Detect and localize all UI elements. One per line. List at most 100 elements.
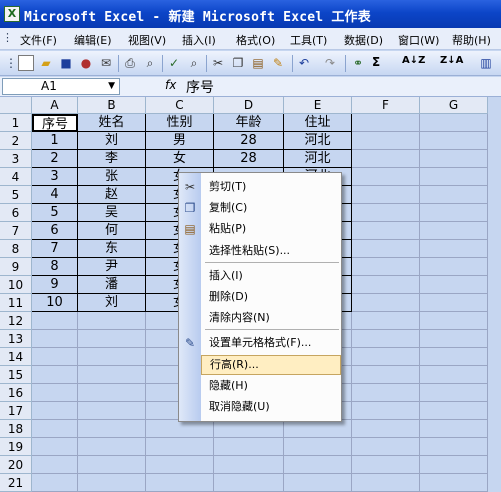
menu-edit[interactable]: 编辑(E): [74, 32, 112, 48]
cell-g7[interactable]: [420, 222, 488, 240]
cell-b10[interactable]: 潘: [78, 276, 146, 294]
column-header-c[interactable]: C: [146, 97, 214, 114]
cell-e20[interactable]: [284, 456, 352, 474]
column-header-f[interactable]: F: [352, 97, 420, 114]
menu-view[interactable]: 视图(V): [128, 32, 166, 48]
cell-a2[interactable]: 1: [32, 132, 78, 150]
cell-f19[interactable]: [352, 438, 420, 456]
select-all-corner[interactable]: [0, 97, 32, 114]
cell-d19[interactable]: [214, 438, 284, 456]
cell-d20[interactable]: [214, 456, 284, 474]
cell-b9[interactable]: 尹: [78, 258, 146, 276]
context-menu-item-6[interactable]: 清除内容(N): [201, 308, 341, 328]
cell-g8[interactable]: [420, 240, 488, 258]
cell-c1[interactable]: 性别: [146, 114, 214, 132]
context-menu-item-9[interactable]: 隐藏(H): [201, 376, 341, 396]
email-icon[interactable]: ✉: [98, 55, 114, 71]
cell-a13[interactable]: [32, 330, 78, 348]
formula-input[interactable]: 序号: [186, 77, 214, 97]
autosum-icon[interactable]: Σ: [372, 55, 380, 69]
row-header-16[interactable]: 16: [0, 384, 32, 402]
cell-c3[interactable]: 女: [146, 150, 214, 168]
save-icon[interactable]: ■: [58, 55, 74, 71]
cell-b21[interactable]: [78, 474, 146, 492]
cell-a14[interactable]: [32, 348, 78, 366]
row-header-20[interactable]: 20: [0, 456, 32, 474]
row-header-14[interactable]: 14: [0, 348, 32, 366]
menu-insert[interactable]: 插入(I): [182, 32, 216, 48]
cell-f13[interactable]: [352, 330, 420, 348]
cell-g16[interactable]: [420, 384, 488, 402]
cell-b5[interactable]: 赵: [78, 186, 146, 204]
cell-a8[interactable]: 7: [32, 240, 78, 258]
cell-f12[interactable]: [352, 312, 420, 330]
row-header-21[interactable]: 21: [0, 474, 32, 492]
cell-b4[interactable]: 张: [78, 168, 146, 186]
cell-e19[interactable]: [284, 438, 352, 456]
row-header-12[interactable]: 12: [0, 312, 32, 330]
cell-g19[interactable]: [420, 438, 488, 456]
row-header-5[interactable]: 5: [0, 186, 32, 204]
cell-f8[interactable]: [352, 240, 420, 258]
row-header-10[interactable]: 10: [0, 276, 32, 294]
menu-format[interactable]: 格式(O): [236, 32, 275, 48]
menu-window[interactable]: 窗口(W): [398, 32, 439, 48]
row-header-2[interactable]: 2: [0, 132, 32, 150]
row-header-19[interactable]: 19: [0, 438, 32, 456]
cell-b1[interactable]: 姓名: [78, 114, 146, 132]
context-menu-item-4[interactable]: 插入(I): [201, 266, 341, 286]
cell-c18[interactable]: [146, 420, 214, 438]
cell-a20[interactable]: [32, 456, 78, 474]
row-header-4[interactable]: 4: [0, 168, 32, 186]
cell-d21[interactable]: [214, 474, 284, 492]
cell-c19[interactable]: [146, 438, 214, 456]
cell-b11[interactable]: 刘: [78, 294, 146, 312]
cell-g18[interactable]: [420, 420, 488, 438]
cell-e21[interactable]: [284, 474, 352, 492]
cell-d2[interactable]: 28: [214, 132, 284, 150]
cell-e2[interactable]: 河北: [284, 132, 352, 150]
cell-f20[interactable]: [352, 456, 420, 474]
cell-g17[interactable]: [420, 402, 488, 420]
cell-f16[interactable]: [352, 384, 420, 402]
row-header-6[interactable]: 6: [0, 204, 32, 222]
cell-a4[interactable]: 3: [32, 168, 78, 186]
row-header-17[interactable]: 17: [0, 402, 32, 420]
cell-f15[interactable]: [352, 366, 420, 384]
cell-f5[interactable]: [352, 186, 420, 204]
cell-a15[interactable]: [32, 366, 78, 384]
hyperlink-icon[interactable]: ⚭: [350, 55, 366, 71]
spelling-icon[interactable]: ✓: [166, 55, 182, 71]
cell-f4[interactable]: [352, 168, 420, 186]
cell-g13[interactable]: [420, 330, 488, 348]
cell-d18[interactable]: [214, 420, 284, 438]
cell-f6[interactable]: [352, 204, 420, 222]
cell-b13[interactable]: [78, 330, 146, 348]
cell-a7[interactable]: 6: [32, 222, 78, 240]
context-menu-item-7[interactable]: 设置单元格格式(F)...: [201, 333, 341, 353]
cell-f2[interactable]: [352, 132, 420, 150]
cell-a1[interactable]: 序号: [32, 114, 78, 132]
cell-a16[interactable]: [32, 384, 78, 402]
cell-g2[interactable]: [420, 132, 488, 150]
cell-f10[interactable]: [352, 276, 420, 294]
cell-b6[interactable]: 吴: [78, 204, 146, 222]
chevron-down-icon[interactable]: ▼: [108, 79, 115, 94]
column-header-b[interactable]: B: [78, 97, 146, 114]
cell-f3[interactable]: [352, 150, 420, 168]
row-header-9[interactable]: 9: [0, 258, 32, 276]
cell-f9[interactable]: [352, 258, 420, 276]
row-header-13[interactable]: 13: [0, 330, 32, 348]
copy-icon[interactable]: ❐: [230, 55, 246, 71]
cell-g20[interactable]: [420, 456, 488, 474]
column-header-g[interactable]: G: [420, 97, 488, 114]
cell-b14[interactable]: [78, 348, 146, 366]
cell-g4[interactable]: [420, 168, 488, 186]
permission-icon[interactable]: ●: [78, 55, 94, 71]
cell-b3[interactable]: 李: [78, 150, 146, 168]
context-menu-item-5[interactable]: 删除(D): [201, 287, 341, 307]
cell-g3[interactable]: [420, 150, 488, 168]
redo-icon[interactable]: ↷: [322, 55, 338, 71]
cell-g10[interactable]: [420, 276, 488, 294]
cell-a17[interactable]: [32, 402, 78, 420]
